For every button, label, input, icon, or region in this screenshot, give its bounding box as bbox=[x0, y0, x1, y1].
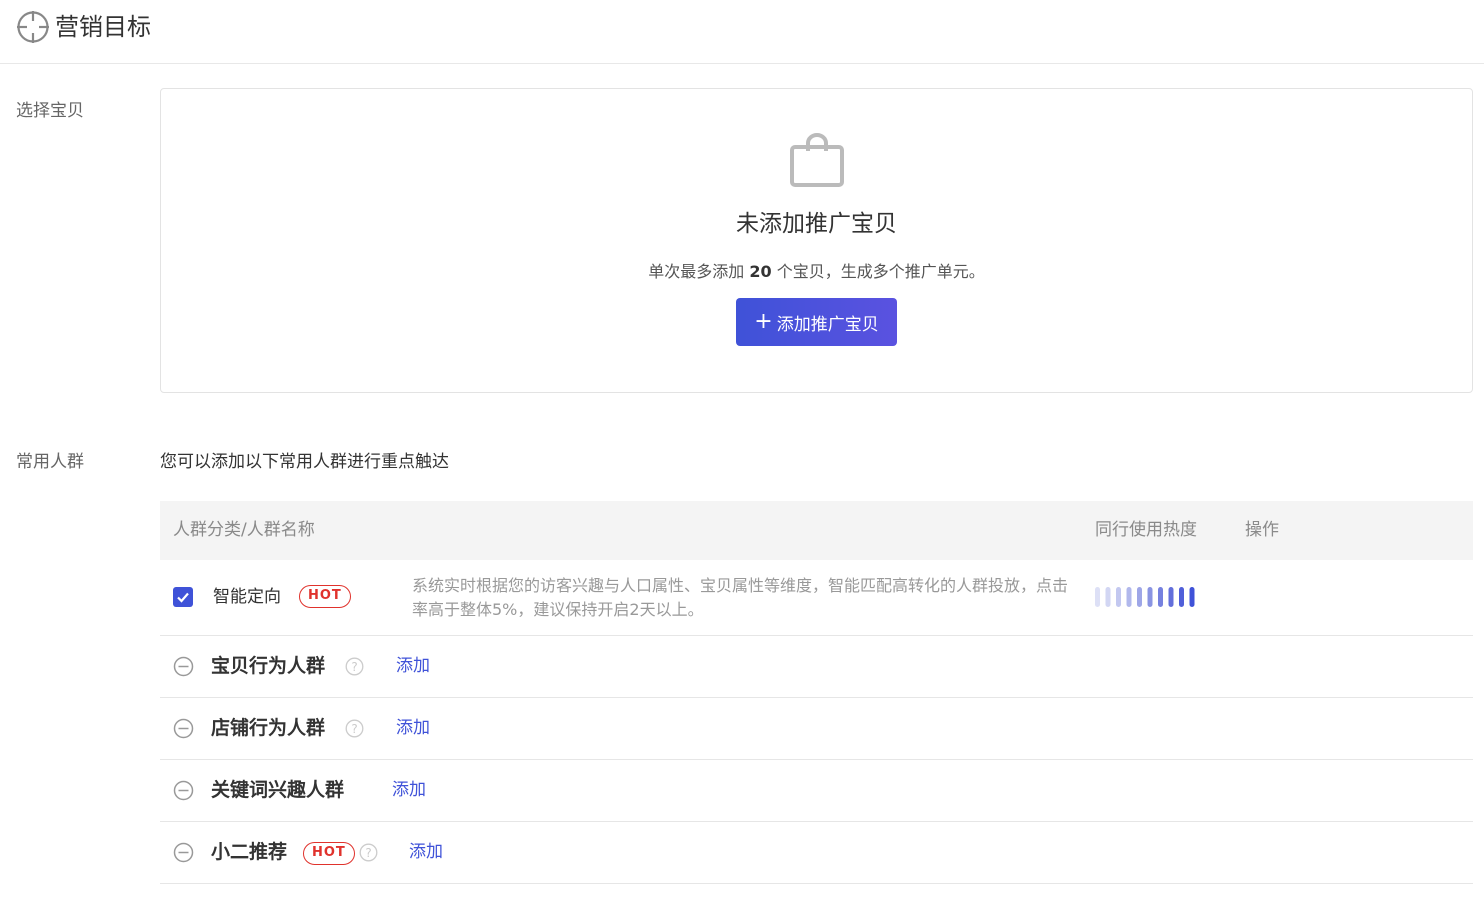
heat-bar bbox=[1137, 587, 1142, 607]
crowd-hint: 您可以添加以下常用人群进行重点触达 bbox=[160, 452, 449, 472]
page-title: 营销目标 bbox=[55, 13, 151, 41]
product-empty-panel: 未添加推广宝贝 单次最多添加 20 个宝贝，生成多个推广单元。 + 添加推广宝贝 bbox=[160, 88, 1473, 393]
svg-text:?: ? bbox=[365, 846, 371, 860]
column-header-name: 人群分类/人群名称 bbox=[173, 520, 315, 540]
smart-targeting-name: 智能定向 bbox=[213, 587, 281, 607]
page-header: 营销目标 bbox=[0, 0, 1484, 64]
add-group-link[interactable]: 添加 bbox=[409, 840, 443, 864]
crowd-table: 人群分类/人群名称 同行使用热度 操作 智能定向 HOT 系统实时根据您的访客兴… bbox=[160, 501, 1473, 884]
heat-bar bbox=[1168, 587, 1174, 607]
table-row-group: 关键词兴趣人群 添加 bbox=[160, 760, 1473, 822]
hot-badge: HOT bbox=[303, 842, 355, 865]
collapse-icon[interactable] bbox=[173, 842, 194, 863]
heat-bar bbox=[1147, 587, 1153, 607]
heat-level-bars bbox=[1095, 587, 1195, 607]
column-header-heat: 同行使用热度 bbox=[1095, 520, 1197, 540]
add-group-link[interactable]: 添加 bbox=[396, 654, 430, 678]
column-header-action: 操作 bbox=[1245, 520, 1279, 540]
add-group-link[interactable]: 添加 bbox=[392, 778, 426, 802]
collapse-icon[interactable] bbox=[173, 718, 194, 739]
empty-desc-prefix: 单次最多添加 bbox=[648, 262, 745, 281]
table-row-smart-targeting: 智能定向 HOT 系统实时根据您的访客兴趣与人口属性、宝贝属性等维度，智能匹配高… bbox=[160, 560, 1473, 636]
heat-bar bbox=[1105, 587, 1111, 607]
group-name: 店铺行为人群 bbox=[211, 717, 326, 739]
add-group-link[interactable]: 添加 bbox=[396, 716, 430, 740]
shopping-bag-icon bbox=[790, 133, 844, 187]
heat-bar bbox=[1116, 587, 1121, 607]
heat-bar bbox=[1126, 587, 1132, 607]
add-product-button-label: 添加推广宝贝 bbox=[776, 314, 879, 335]
plus-icon: + bbox=[754, 309, 773, 334]
smart-targeting-description: 系统实时根据您的访客兴趣与人口属性、宝贝属性等维度，智能匹配高转化的人群投放，点… bbox=[412, 576, 1069, 619]
help-icon[interactable]: ? bbox=[345, 719, 364, 738]
svg-text:?: ? bbox=[351, 722, 357, 736]
table-header: 人群分类/人群名称 同行使用热度 操作 bbox=[160, 501, 1473, 560]
collapse-icon[interactable] bbox=[173, 780, 194, 801]
empty-title: 未添加推广宝贝 bbox=[736, 211, 897, 237]
add-product-button[interactable]: + 添加推广宝贝 bbox=[736, 298, 897, 346]
heat-bar bbox=[1095, 587, 1100, 607]
help-icon[interactable]: ? bbox=[359, 843, 378, 862]
hot-badge: HOT bbox=[299, 585, 351, 608]
group-name: 小二推荐 bbox=[211, 841, 288, 863]
smart-targeting-checkbox[interactable] bbox=[173, 587, 193, 607]
heat-bar bbox=[1189, 587, 1195, 607]
table-row-group: 小二推荐 HOT ? 添加 bbox=[160, 822, 1473, 884]
group-name: 关键词兴趣人群 bbox=[211, 779, 345, 801]
group-name: 宝贝行为人群 bbox=[211, 655, 326, 677]
crowd-section-label: 常用人群 bbox=[16, 452, 84, 472]
collapse-icon[interactable] bbox=[173, 656, 194, 677]
heat-bar bbox=[1179, 587, 1184, 607]
heat-bar bbox=[1158, 587, 1163, 607]
empty-desc-count: 20 bbox=[749, 262, 772, 281]
empty-description: 单次最多添加 20 个宝贝，生成多个推广单元。 bbox=[161, 261, 1472, 283]
help-icon[interactable]: ? bbox=[345, 657, 364, 676]
table-row-group: 宝贝行为人群 ? 添加 bbox=[160, 636, 1473, 698]
target-icon bbox=[17, 11, 49, 43]
empty-desc-suffix: 个宝贝，生成多个推广单元。 bbox=[776, 262, 985, 281]
check-icon bbox=[177, 592, 189, 603]
svg-text:?: ? bbox=[351, 660, 357, 674]
product-section-label: 选择宝贝 bbox=[16, 101, 84, 121]
table-row-group: 店铺行为人群 ? 添加 bbox=[160, 698, 1473, 760]
